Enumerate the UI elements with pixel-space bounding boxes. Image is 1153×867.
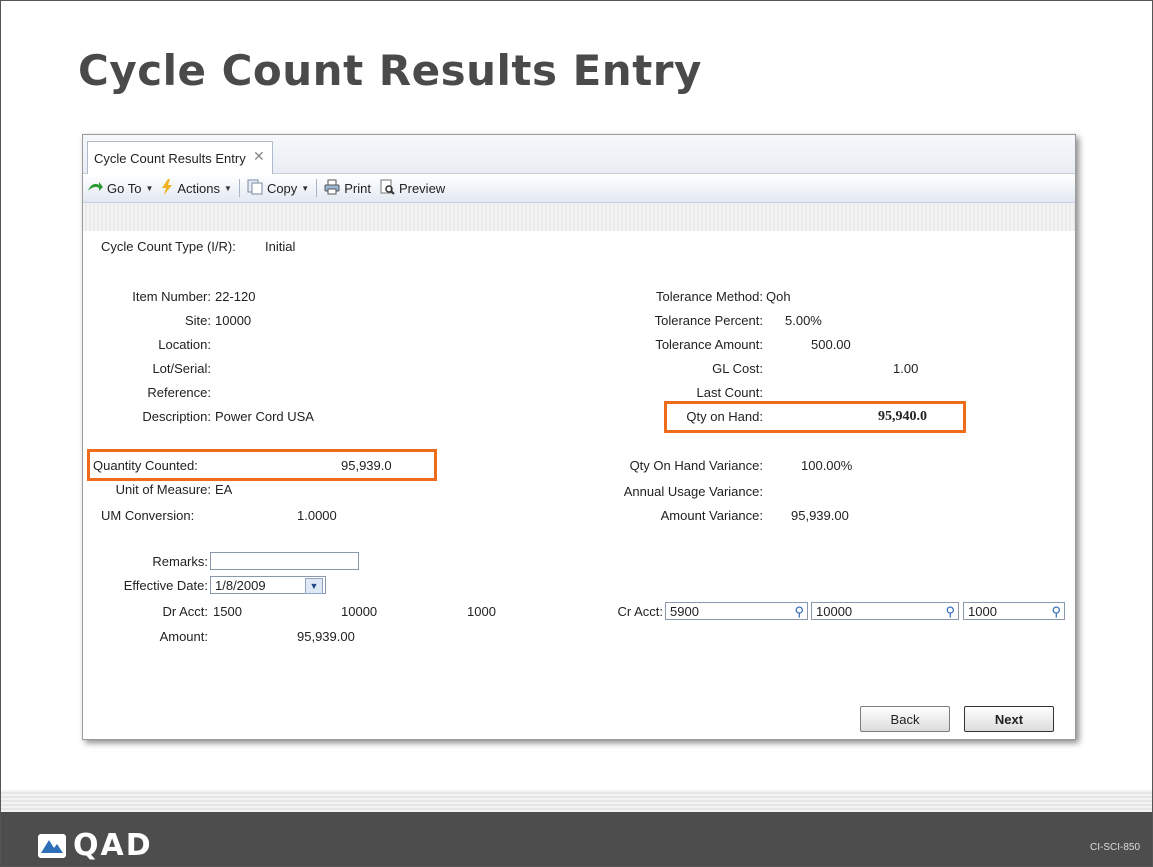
toolbar-divider	[316, 179, 318, 197]
gl-cost-value: 1.00	[893, 361, 919, 376]
tolerance-method-label: Tolerance Method:	[656, 289, 763, 304]
chevron-down-icon: ▼	[224, 183, 232, 193]
preview-icon	[379, 179, 395, 198]
chevron-down-icon: ▼	[301, 183, 310, 193]
lot-serial-label: Lot/Serial:	[152, 361, 211, 376]
cr-acct-input[interactable]: 5900 ⚲	[665, 602, 808, 620]
qty-on-hand-variance-label: Qty On Hand Variance:	[629, 458, 763, 473]
unit-of-measure-value: EA	[215, 482, 233, 497]
qty-on-hand-highlight	[664, 401, 966, 433]
preview-label: Preview	[398, 180, 446, 196]
last-count-label: Last Count:	[696, 385, 764, 400]
item-number-value: 22-120	[215, 289, 256, 304]
tab-cycle-count-results-entry[interactable]: Cycle Count Results Entry ✕	[87, 141, 273, 174]
back-button[interactable]: Back	[860, 706, 950, 732]
copy-label: Copy	[266, 180, 298, 196]
amount-variance-label: Amount Variance:	[660, 508, 763, 523]
item-number-label: Item Number:	[132, 289, 211, 304]
goto-arrow-icon	[87, 181, 103, 196]
dr-sub-value: 10000	[341, 604, 378, 619]
cr-sub-input[interactable]: 10000 ⚲	[811, 602, 959, 620]
effective-date-field[interactable]: 1/8/2009 ▼	[210, 576, 326, 594]
print-button[interactable]: Print	[320, 179, 375, 198]
slide-title: Cycle Count Results Entry	[78, 46, 702, 95]
slide-code: CI-SCI-850	[1089, 842, 1140, 853]
next-button[interactable]: Next	[964, 706, 1054, 732]
cr-sub-value: 10000	[816, 604, 853, 619]
copy-icon	[247, 179, 263, 198]
location-label: Location:	[158, 337, 211, 352]
cycle-count-type-label: Cycle Count Type (I/R):	[101, 239, 236, 254]
description-value: Power Cord USA	[215, 409, 314, 424]
tolerance-amount-value: 500.00	[811, 337, 851, 352]
cr-acct-label: Cr Acct:	[617, 604, 663, 619]
printer-icon	[324, 179, 340, 198]
site-label: Site:	[184, 313, 211, 328]
actions-menu[interactable]: Actions ▼	[157, 178, 236, 198]
amount-label: Amount:	[159, 629, 208, 644]
amount-variance-value: 95,939.00	[791, 508, 849, 523]
quantity-counted-highlight	[87, 449, 437, 481]
effective-date-label: Effective Date:	[123, 578, 208, 593]
close-icon[interactable]: ✕	[253, 148, 265, 165]
header-band	[83, 203, 1075, 231]
remarks-input[interactable]	[210, 552, 359, 570]
dr-acct-value: 1500	[213, 604, 242, 619]
app-window: Cycle Count Results Entry ✕ Go To ▼ Acti…	[82, 134, 1076, 740]
toolbar: Go To ▼ Actions ▼ Copy ▼ Print Preview	[83, 174, 1075, 203]
actions-label: Actions	[177, 180, 221, 196]
lightning-icon	[161, 178, 173, 198]
preview-button[interactable]: Preview	[375, 179, 449, 198]
tab-label: Cycle Count Results Entry	[94, 150, 246, 166]
unit-of-measure-label: Unit of Measure:	[115, 482, 211, 497]
qty-on-hand-variance-value: 100.00%	[801, 458, 853, 473]
gl-cost-label: GL Cost:	[712, 361, 763, 376]
cr-cc-value: 1000	[968, 604, 997, 619]
search-icon[interactable]: ⚲	[945, 604, 955, 619]
qad-logo: QAD	[37, 828, 153, 863]
toolbar-divider	[238, 179, 240, 197]
qad-logo-text: QAD	[73, 828, 153, 863]
footer-stripe	[1, 790, 1152, 812]
tolerance-method-value: Qoh	[766, 289, 791, 304]
description-label: Description:	[142, 409, 211, 424]
footer-bar: QAD CI-SCI-850	[1, 812, 1152, 866]
dr-cc-value: 1000	[467, 604, 496, 619]
cycle-count-type-value: Initial	[265, 239, 296, 254]
effective-date-value: 1/8/2009	[215, 578, 266, 593]
search-icon[interactable]: ⚲	[794, 604, 804, 619]
chevron-down-icon[interactable]: ▼	[305, 578, 323, 594]
cr-acct-value: 5900	[670, 604, 699, 619]
chevron-down-icon: ▼	[145, 183, 154, 193]
amount-value: 95,939.00	[297, 629, 355, 644]
tolerance-percent-value: 5.00%	[785, 313, 822, 328]
remarks-label: Remarks:	[152, 554, 208, 569]
cr-cc-input[interactable]: 1000 ⚲	[963, 602, 1065, 620]
annual-usage-variance-label: Annual Usage Variance:	[623, 484, 763, 499]
um-conversion-label: UM Conversion:	[101, 508, 195, 523]
print-label: Print	[344, 180, 371, 196]
dr-acct-label: Dr Acct:	[162, 604, 208, 619]
goto-label: Go To	[107, 180, 142, 196]
tolerance-amount-label: Tolerance Amount:	[655, 337, 763, 352]
tab-bar: Cycle Count Results Entry ✕	[83, 135, 1075, 174]
reference-label: Reference:	[147, 385, 211, 400]
tolerance-percent-label: Tolerance Percent:	[654, 313, 763, 328]
um-conversion-value: 1.0000	[297, 508, 337, 523]
site-value: 10000	[215, 313, 252, 328]
qad-logo-icon	[37, 833, 67, 859]
copy-menu[interactable]: Copy ▼	[243, 179, 313, 198]
search-icon[interactable]: ⚲	[1051, 604, 1061, 619]
goto-menu[interactable]: Go To ▼	[83, 181, 157, 196]
